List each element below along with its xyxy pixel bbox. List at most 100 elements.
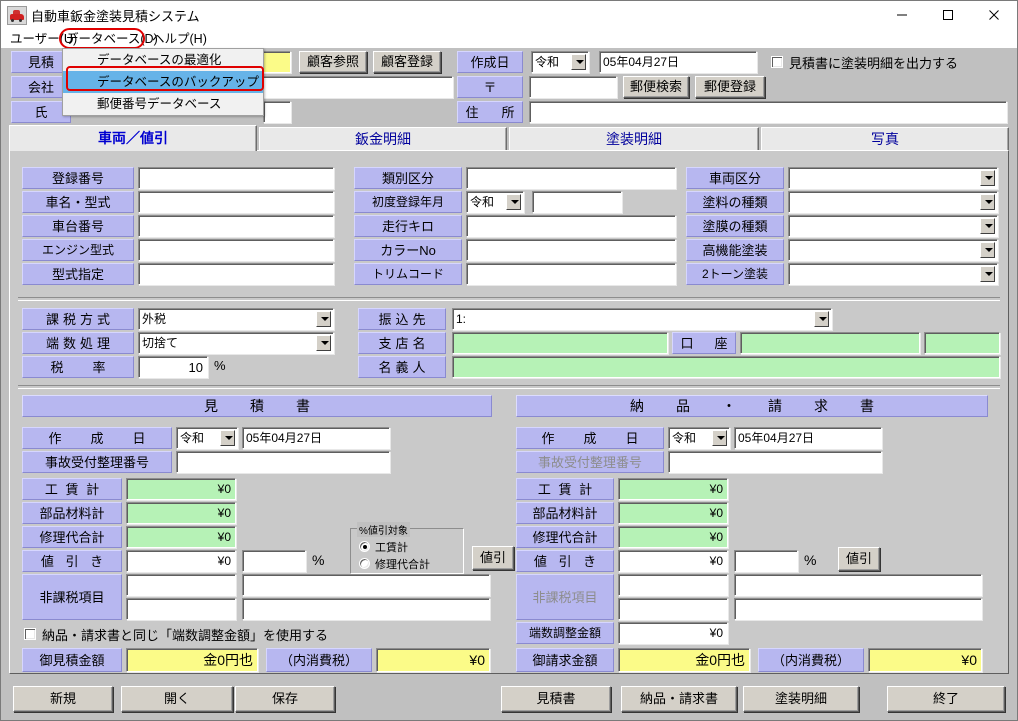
vehicle-reg-no-input[interactable]	[138, 167, 334, 189]
estimate-print-button[interactable]: 見積書	[501, 686, 611, 712]
checkbox-box[interactable]	[24, 628, 36, 640]
create-date-input[interactable]: 05年04月27日	[599, 51, 757, 73]
postal-input[interactable]	[529, 76, 617, 98]
transfer-dest-value: 1:	[456, 312, 467, 326]
vehicle-model-designation-label: 型式指定	[22, 263, 134, 285]
database-dropdown-menu[interactable]: データベースの最適化 データベースのバックアップ 郵便番号データベース	[62, 48, 264, 116]
invoice-discount-input[interactable]: ¥0	[618, 550, 728, 572]
invoice-print-button[interactable]: 納品・請求書	[621, 686, 737, 712]
tab-paint-detail[interactable]: 塗装明細	[509, 127, 759, 151]
new-button[interactable]: 新規	[13, 686, 113, 712]
vehicle-category-class-input[interactable]	[466, 167, 676, 189]
chevron-down-icon[interactable]	[506, 194, 521, 210]
estimate-labor-total-value: ¥0	[126, 478, 236, 500]
vehicle-engine-model-input[interactable]	[138, 239, 334, 261]
invoice-accident-no-input[interactable]	[668, 451, 882, 473]
invoice-create-date-label: 作 成 日	[516, 427, 664, 449]
transfer-dest-select[interactable]: 1:	[452, 308, 832, 330]
chevron-down-icon[interactable]	[571, 54, 586, 70]
create-date-label: 作成日	[457, 51, 523, 73]
minimize-icon[interactable]	[879, 1, 925, 29]
estimate-discount-pct-input[interactable]	[242, 550, 306, 572]
estimate-nontax-1b[interactable]	[242, 574, 490, 596]
estimate-era-select[interactable]: 令和	[176, 427, 238, 449]
paint-detail-print-button[interactable]: 塗装明細	[743, 686, 859, 712]
vehicle-chassis-no-input[interactable]	[138, 215, 334, 237]
name-suffix-input[interactable]	[263, 101, 291, 123]
invoice-nontax-2b[interactable]	[734, 598, 982, 620]
trim-code-input[interactable]	[466, 263, 676, 285]
estimate-create-date-input[interactable]: 05年04月27日	[242, 427, 390, 449]
invoice-adjust-label: 端数調整金額	[516, 622, 614, 644]
tab-photo[interactable]: 写真	[761, 127, 1009, 151]
film-type-select[interactable]	[788, 215, 998, 237]
postal-search-button[interactable]: 郵便検索	[623, 76, 689, 98]
maximize-icon[interactable]	[925, 1, 971, 29]
high-function-paint-select[interactable]	[788, 239, 998, 261]
invoice-nontax-1b[interactable]	[734, 574, 982, 596]
estimate-nontax-2b[interactable]	[242, 598, 490, 620]
chevron-down-icon[interactable]	[980, 170, 995, 186]
estimate-tax-incl-value: ¥0	[376, 648, 490, 672]
estimate-discount-button[interactable]: 値引	[472, 546, 514, 570]
save-button[interactable]: 保存	[235, 686, 335, 712]
vehicle-model-designation-input[interactable]	[138, 263, 334, 285]
menu-backup-database[interactable]: データベースのバックアップ	[63, 71, 263, 93]
tab-vehicle-discount[interactable]: 車両／値引	[9, 125, 257, 151]
chevron-down-icon[interactable]	[980, 242, 995, 258]
estimate-nontax-1a[interactable]	[126, 574, 236, 596]
tab-bodywork-detail[interactable]: 鈑金明細	[259, 127, 507, 151]
invoice-era-select[interactable]: 令和	[668, 427, 730, 449]
postal-register-button[interactable]: 郵便登録	[695, 76, 765, 98]
checkbox-box[interactable]	[771, 56, 783, 68]
estimate-accident-no-input[interactable]	[176, 451, 390, 473]
first-registration-input[interactable]	[532, 191, 622, 213]
estimate-nontax-2a[interactable]	[126, 598, 236, 620]
branch-name-input[interactable]	[452, 332, 668, 354]
mileage-input[interactable]	[466, 215, 676, 237]
estimate-discount-input[interactable]: ¥0	[126, 550, 236, 572]
account-no-input[interactable]	[924, 332, 1000, 354]
radio-repair-total-label: 修理代合計	[375, 559, 430, 571]
color-no-input[interactable]	[466, 239, 676, 261]
account-type-input[interactable]	[740, 332, 920, 354]
invoice-nontax-2a[interactable]	[618, 598, 728, 620]
transfer-dest-label: 振込先	[358, 308, 446, 330]
invoice-adjust-input[interactable]: ¥0	[618, 622, 728, 644]
menu-item-help[interactable]: ヘルプ(H)	[147, 30, 212, 47]
account-holder-input[interactable]	[452, 356, 1000, 378]
chevron-down-icon[interactable]	[316, 311, 331, 327]
vehicle-class-select[interactable]	[788, 167, 998, 189]
first-registration-era-select[interactable]: 令和	[466, 191, 524, 213]
chevron-down-icon[interactable]	[316, 335, 331, 351]
customer-ref-button[interactable]: 顧客参照	[299, 51, 367, 73]
tax-method-select[interactable]: 外税	[138, 308, 334, 330]
invoice-discount-pct-input[interactable]	[734, 550, 798, 572]
tax-rate-input[interactable]: 10	[138, 356, 208, 378]
paint-type-select[interactable]	[788, 191, 998, 213]
chevron-down-icon[interactable]	[980, 218, 995, 234]
create-date-era-select[interactable]: 令和	[531, 51, 589, 73]
invoice-discount-button[interactable]: 値引	[838, 547, 880, 571]
open-button[interactable]: 開く	[121, 686, 233, 712]
chevron-down-icon[interactable]	[980, 194, 995, 210]
invoice-nontax-1a[interactable]	[618, 574, 728, 596]
chevron-down-icon[interactable]	[712, 430, 727, 446]
exit-button[interactable]: 終了	[887, 686, 1005, 712]
menu-postal-code-database[interactable]: 郵便番号データベース	[63, 93, 263, 115]
menu-optimize-database[interactable]: データベースの最適化	[63, 49, 263, 71]
address-input[interactable]	[529, 101, 1007, 123]
two-tone-paint-select[interactable]	[788, 263, 998, 285]
vehicle-name-model-input[interactable]	[138, 191, 334, 213]
rounding-select[interactable]: 切捨て	[138, 332, 334, 354]
invoice-create-date-input[interactable]: 05年04月27日	[734, 427, 882, 449]
radio-dot[interactable]	[359, 541, 370, 552]
invoice-era-value: 令和	[672, 431, 697, 445]
radio-dot[interactable]	[359, 558, 370, 569]
chevron-down-icon[interactable]	[980, 266, 995, 282]
chevron-down-icon[interactable]	[220, 430, 235, 446]
close-icon[interactable]	[971, 1, 1017, 29]
customer-reg-button[interactable]: 顧客登録	[373, 51, 441, 73]
invoice-labor-total-value: ¥0	[618, 478, 728, 500]
chevron-down-icon[interactable]	[814, 311, 829, 327]
